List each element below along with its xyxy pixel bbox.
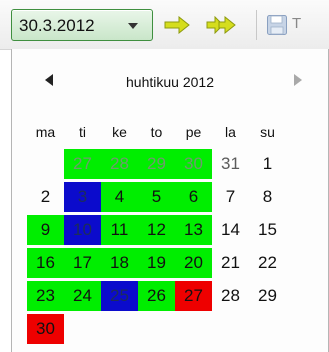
weekday-label: ma xyxy=(35,124,56,140)
day-cell[interactable]: 27 xyxy=(175,281,212,311)
day-cell[interactable]: 24 xyxy=(64,281,101,311)
day-cell[interactable]: 17 xyxy=(64,248,101,278)
weekday-label: su xyxy=(260,124,275,140)
dropdown-arrow-icon xyxy=(128,23,138,29)
day-cell[interactable]: 27 xyxy=(64,149,101,179)
day-cell[interactable]: 22 xyxy=(249,248,286,278)
double-next-arrow-icon[interactable] xyxy=(205,16,237,34)
day-cell[interactable]: 16 xyxy=(27,248,64,278)
weekday-label: la xyxy=(225,124,236,140)
day-cell[interactable]: 13 xyxy=(175,215,212,245)
day-cell[interactable]: 23 xyxy=(27,281,64,311)
day-cell[interactable]: 21 xyxy=(212,248,249,278)
day-cell[interactable]: 25 xyxy=(101,281,138,311)
day-cell[interactable]: 6 xyxy=(175,182,212,212)
day-cell[interactable]: 14 xyxy=(212,215,249,245)
save-icon[interactable] xyxy=(266,14,288,36)
weekday-label: ti xyxy=(79,124,86,140)
weekday-label: ke xyxy=(112,124,127,140)
toolbar-separator xyxy=(256,10,257,40)
weekday-label: pe xyxy=(185,124,202,140)
day-cell[interactable]: 10 xyxy=(64,215,101,245)
day-cell[interactable]: 9 xyxy=(27,215,64,245)
day-cell[interactable]: 8 xyxy=(249,182,286,212)
day-cell[interactable]: 1 xyxy=(249,149,286,179)
day-cell[interactable]: 19 xyxy=(138,248,175,278)
toolbar-button-label[interactable]: T xyxy=(292,15,301,32)
day-cell[interactable]: 20 xyxy=(175,248,212,278)
day-cell[interactable]: 29 xyxy=(249,281,286,311)
day-cell[interactable]: 31 xyxy=(212,149,249,179)
day-cell[interactable]: 18 xyxy=(101,248,138,278)
date-dropdown[interactable]: 30.3.2012 xyxy=(11,9,153,41)
next-arrow-icon[interactable] xyxy=(163,16,191,34)
day-cell[interactable]: 4 xyxy=(101,182,138,212)
day-cell[interactable]: 2 xyxy=(27,182,64,212)
next-month-icon[interactable] xyxy=(294,74,302,86)
day-cell[interactable]: 29 xyxy=(138,149,175,179)
day-cell[interactable]: 28 xyxy=(212,281,249,311)
date-value: 30.3.2012 xyxy=(19,16,95,35)
day-cell[interactable]: 15 xyxy=(249,215,286,245)
day-cell[interactable]: 7 xyxy=(212,182,249,212)
day-cell[interactable]: 30 xyxy=(27,314,64,344)
day-cell[interactable]: 11 xyxy=(101,215,138,245)
day-cell[interactable]: 5 xyxy=(138,182,175,212)
weekday-label: to xyxy=(150,124,163,140)
toolbar: 30.3.2012 T xyxy=(0,0,329,50)
month-title[interactable]: huhtikuu 2012 xyxy=(12,74,328,90)
day-cell[interactable]: 3 xyxy=(64,182,101,212)
day-cell[interactable]: 26 xyxy=(138,281,175,311)
day-cell[interactable]: 12 xyxy=(138,215,175,245)
day-cell[interactable]: 28 xyxy=(101,149,138,179)
day-cell[interactable]: 30 xyxy=(175,149,212,179)
calendar-popup: huhtikuu 2012 ma ti ke to pe la su 27 28 29 30 31 1… xyxy=(11,49,329,352)
